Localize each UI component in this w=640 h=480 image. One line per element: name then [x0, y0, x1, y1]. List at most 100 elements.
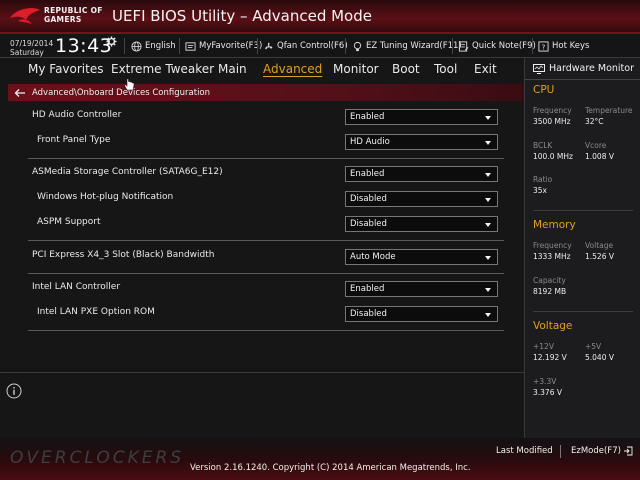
chevron-down-icon: [485, 223, 491, 227]
myfavorite-label: MyFavorite(F3): [199, 41, 263, 51]
asmedia-storage-controller-dropdown[interactable]: Enabled: [345, 166, 498, 182]
tab-my-favorites[interactable]: My Favorites: [28, 62, 103, 76]
quick-note-button[interactable]: Quick Note(F9): [458, 39, 536, 53]
divider: [28, 273, 504, 274]
intel-lan-pxe-option-rom-dropdown[interactable]: Disabled: [345, 306, 498, 322]
toolbar-divider: [532, 38, 533, 54]
tab-main[interactable]: Main: [218, 62, 247, 76]
cpu-section-title: CPU: [533, 84, 555, 96]
memory-voltage-label: Voltage: [585, 241, 614, 250]
setting-label: ASPM Support: [37, 217, 101, 227]
setting-label: Intel LAN Controller: [32, 282, 121, 292]
cpu-temperature-label: Temperature: [585, 106, 633, 115]
ez-tuning-wizard-label: EZ Tuning Wizard(F11): [366, 41, 462, 51]
cpu-frequency: Frequency 3500 MHz: [533, 105, 572, 127]
fan-icon: [265, 42, 273, 49]
main-tabs: My Favorites Extreme Tweaker Main Advanc…: [0, 58, 524, 82]
note-icon: [458, 40, 469, 52]
setting-label: HD Audio Controller: [32, 110, 122, 120]
windows-hot-plug-notification-dropdown[interactable]: Disabled: [345, 191, 498, 207]
toolbar-divider: [257, 38, 258, 54]
toolbar-divider: [124, 38, 125, 54]
breadcrumb-path: Advanced\Onboard Devices Configuration: [32, 87, 211, 98]
language-button[interactable]: English: [131, 39, 176, 53]
setting-hd-audio-controller: HD Audio Controller Enabled: [28, 107, 504, 127]
tab-exit[interactable]: Exit: [474, 62, 497, 76]
dropdown-value: Enabled: [350, 169, 385, 179]
qfan-control-label: Qfan Control(F6): [277, 41, 348, 51]
aspm-support-dropdown[interactable]: Disabled: [345, 216, 498, 232]
memory-frequency-value: 1333 MHz: [533, 252, 571, 261]
brand-text: REPUBLIC OF GAMERS: [44, 6, 103, 24]
cpu-vcore-value: 1.008 V: [585, 152, 614, 161]
setting-asmedia-storage-controller: ASMedia Storage Controller (SATA6G_E12) …: [28, 164, 504, 184]
setting-label: Front Panel Type: [37, 135, 111, 145]
memory-section-title: Memory: [533, 219, 576, 231]
cpu-ratio-value: 35x: [533, 186, 547, 195]
tab-tool[interactable]: Tool: [434, 62, 457, 76]
tab-monitor[interactable]: Monitor: [333, 62, 379, 76]
toolbar-divider: [179, 38, 180, 54]
tab-boot[interactable]: Boot: [392, 62, 420, 76]
svg-text:?: ?: [542, 42, 546, 51]
title-bar: REPUBLIC OF GAMERS UEFI BIOS Utility – A…: [0, 0, 640, 34]
ezmode-button[interactable]: EzMode(F7): [571, 446, 633, 456]
tab-extreme-tweaker[interactable]: Extreme Tweaker: [111, 62, 214, 76]
hardware-monitor-panel: Hardware Monitor CPU Frequency 3500 MHz …: [524, 58, 640, 438]
gear-icon[interactable]: [106, 36, 117, 47]
setting-pci-express-bandwidth: PCI Express X4_3 Slot (Black) Bandwidth …: [28, 247, 504, 267]
voltage-12v-value: 12.192 V: [533, 353, 567, 362]
ezmode-label: EzMode(F7): [571, 446, 621, 456]
chevron-down-icon: [485, 313, 491, 317]
chevron-down-icon: [485, 173, 491, 177]
cpu-bclk-label: BCLK: [533, 141, 553, 150]
bulb-icon: [353, 41, 362, 51]
clock-time[interactable]: 13:43: [55, 35, 112, 57]
footer: OVERCLOCKERS Last Modified EzMode(F7) Ve…: [0, 438, 640, 480]
cpu-ratio-label: Ratio: [533, 175, 553, 184]
dropdown-value: Disabled: [350, 194, 387, 204]
divider: [533, 311, 633, 312]
front-panel-type-dropdown[interactable]: HD Audio: [345, 134, 498, 150]
version-copyright: Version 2.16.1240. Copyright (C) 2014 Am…: [190, 463, 471, 473]
toolbar-divider: [345, 38, 346, 54]
cpu-vcore-label: Vcore: [585, 141, 607, 150]
tab-advanced[interactable]: Advanced: [263, 62, 322, 76]
globe-icon: [131, 40, 142, 52]
dropdown-value: Enabled: [350, 284, 385, 294]
brand-line-1: REPUBLIC OF: [44, 6, 103, 15]
voltage-3v3: +3.3V 3.376 V: [533, 376, 562, 398]
toolbar-divider: [452, 38, 453, 54]
footer-divider: [560, 445, 561, 458]
hardware-monitor-header: Hardware Monitor: [525, 58, 640, 80]
memory-capacity-label: Capacity: [533, 276, 566, 285]
hd-audio-controller-dropdown[interactable]: Enabled: [345, 109, 498, 125]
cpu-temperature: Temperature 32°C: [585, 105, 633, 127]
dropdown-value: Disabled: [350, 309, 387, 319]
setting-label: Intel LAN PXE Option ROM: [37, 307, 155, 317]
language-label: English: [145, 41, 176, 51]
myfavorite-button[interactable]: MyFavorite(F3): [185, 39, 262, 53]
voltage-5v-label: +5V: [585, 342, 602, 351]
last-modified-button[interactable]: Last Modified: [496, 446, 553, 456]
back-arrow-icon[interactable]: [14, 88, 26, 98]
qfan-control-button[interactable]: Qfan Control(F6): [263, 39, 348, 53]
voltage-3v3-label: +3.3V: [533, 377, 557, 386]
breadcrumb: Advanced\Onboard Devices Configuration: [8, 84, 524, 101]
divider: [533, 210, 633, 211]
ez-tuning-wizard-button[interactable]: EZ Tuning Wizard(F11): [352, 39, 462, 53]
cpu-frequency-label: Frequency: [533, 106, 572, 115]
setting-front-panel-type: Front Panel Type HD Audio: [28, 132, 504, 152]
chevron-down-icon: [485, 256, 491, 260]
setting-aspm-support: ASPM Support Disabled: [28, 214, 504, 234]
hot-keys-button[interactable]: ? Hot Keys: [538, 39, 589, 53]
pci-express-bandwidth-dropdown[interactable]: Auto Mode: [345, 249, 498, 265]
dropdown-value: HD Audio: [350, 137, 390, 147]
date-text: 07/19/2014: [10, 39, 54, 48]
rog-eye-logo: [10, 8, 40, 24]
voltage-12v: +12V 12.192 V: [533, 341, 567, 363]
intel-lan-controller-dropdown[interactable]: Enabled: [345, 281, 498, 297]
toolbar: 07/19/2014 Saturday 13:43 English MyFavo…: [0, 34, 640, 58]
dropdown-value: Disabled: [350, 219, 387, 229]
divider: [28, 158, 504, 159]
